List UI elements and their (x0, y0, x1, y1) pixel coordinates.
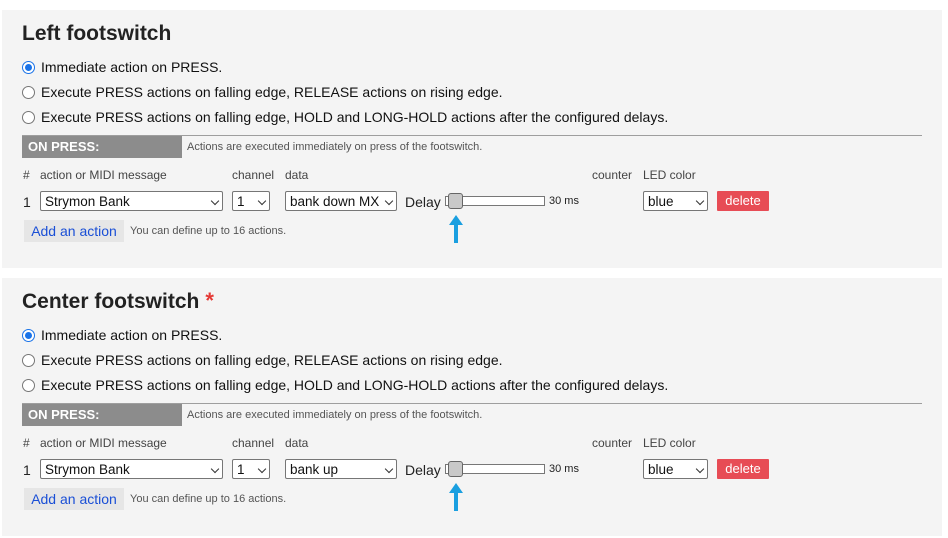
delete-button[interactable]: delete (717, 191, 769, 211)
radio-icon[interactable] (22, 60, 35, 74)
column-header-num: # (23, 168, 30, 182)
column-header-action: action or MIDI message (40, 436, 167, 450)
chevron-down-icon (384, 196, 394, 206)
delay-value: 30 ms (549, 463, 579, 475)
column-header-channel: channel (232, 168, 275, 182)
led-color-select[interactable]: blue (643, 191, 708, 211)
action-select[interactable]: Strymon Bank (40, 191, 223, 211)
radio-icon[interactable] (22, 378, 35, 392)
chevron-down-icon (257, 464, 267, 474)
delay-slider-thumb[interactable] (448, 193, 463, 209)
panel-title: Center footswitch * (22, 288, 214, 313)
chevron-down-icon (210, 464, 220, 474)
radio-icon[interactable] (22, 353, 35, 367)
channel-select[interactable]: 1 (232, 459, 270, 479)
column-header-led-color: LED color (643, 436, 696, 450)
delete-button[interactable]: delete (717, 459, 769, 479)
column-header-counter: counter (592, 168, 633, 182)
chevron-down-icon (695, 196, 705, 206)
on-press-description: Actions are executed immediately on pres… (187, 409, 483, 421)
action-row-number: 1 (23, 194, 31, 210)
delay-label: Delay (405, 194, 441, 210)
mode-radio-press-hold[interactable]: Execute PRESS actions on falling edge, H… (22, 109, 668, 125)
column-header-data: data (285, 168, 309, 182)
arrow-up-icon (449, 215, 463, 243)
chevron-down-icon (695, 464, 705, 474)
on-press-badge: ON PRESS: (22, 404, 182, 426)
chevron-down-icon (384, 464, 394, 474)
delay-value: 30 ms (549, 195, 579, 207)
radio-icon[interactable] (22, 85, 35, 99)
column-header-counter: counter (592, 436, 633, 450)
data-select[interactable]: bank down MX (285, 191, 397, 211)
mode-label: Execute PRESS actions on falling edge, R… (41, 352, 503, 368)
panel-title: Left footswitch (22, 22, 172, 45)
mode-label: Immediate action on PRESS. (41, 327, 223, 343)
chevron-down-icon (257, 196, 267, 206)
led-color-select[interactable]: blue (643, 459, 708, 479)
chevron-down-icon (210, 196, 220, 206)
column-header-action: action or MIDI message (40, 168, 167, 182)
column-header-num: # (23, 436, 30, 450)
column-header-led-color: LED color (643, 168, 696, 182)
mode-label: Execute PRESS actions on falling edge, R… (41, 84, 503, 100)
radio-icon[interactable] (22, 328, 35, 342)
mode-radio-press-release[interactable]: Execute PRESS actions on falling edge, R… (22, 352, 503, 368)
add-action-note: You can define up to 16 actions. (130, 493, 287, 505)
mode-radio-immediate[interactable]: Immediate action on PRESS. (22, 327, 222, 343)
mode-radio-press-release[interactable]: Execute PRESS actions on falling edge, R… (22, 84, 503, 100)
data-select[interactable]: bank up (285, 459, 397, 479)
left-footswitch-panel: Left footswitch Immediate action on PRES… (2, 10, 942, 268)
mode-radio-immediate[interactable]: Immediate action on PRESS. (22, 59, 222, 75)
delay-label: Delay (405, 462, 441, 478)
delay-slider-thumb[interactable] (448, 461, 463, 477)
mode-label: Execute PRESS actions on falling edge, H… (41, 377, 669, 393)
channel-select[interactable]: 1 (232, 191, 270, 211)
on-press-badge: ON PRESS: (22, 136, 182, 158)
mode-label: Immediate action on PRESS. (41, 59, 223, 75)
column-header-channel: channel (232, 436, 275, 450)
required-star: * (205, 288, 214, 313)
center-footswitch-panel: Center footswitch * Immediate action on P… (2, 278, 942, 536)
radio-icon[interactable] (22, 110, 35, 124)
column-header-data: data (285, 436, 309, 450)
add-action-button[interactable]: Add an action (24, 488, 124, 510)
add-action-note: You can define up to 16 actions. (130, 225, 287, 237)
mode-label: Execute PRESS actions on falling edge, H… (41, 109, 669, 125)
add-action-button[interactable]: Add an action (24, 220, 124, 242)
arrow-up-icon (449, 483, 463, 511)
action-select[interactable]: Strymon Bank (40, 459, 223, 479)
on-press-description: Actions are executed immediately on pres… (187, 141, 483, 153)
mode-radio-press-hold[interactable]: Execute PRESS actions on falling edge, H… (22, 377, 668, 393)
action-row-number: 1 (23, 462, 31, 478)
